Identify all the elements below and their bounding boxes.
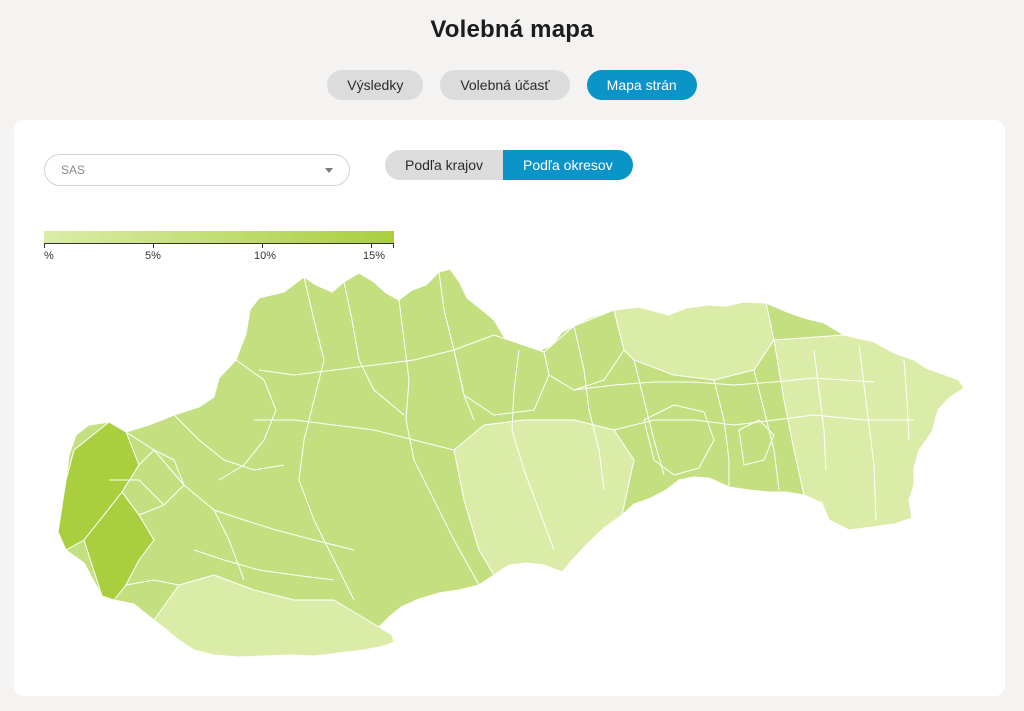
main-tabs: Výsledky Volebná účasť Mapa strán (0, 70, 1024, 100)
district-area[interactable] (773, 334, 965, 531)
district-area[interactable] (453, 419, 635, 576)
page-title: Volebná mapa (430, 16, 594, 43)
tab-mapa-stran[interactable]: Mapa strán (586, 70, 697, 100)
map-card: SAS Podľa krajov Podľa okresov % 5% 10% … (14, 120, 1005, 696)
tab-vysledky[interactable]: Výsledky (327, 70, 424, 100)
slovakia-district-map (57, 268, 965, 658)
tab-volebna-ucast[interactable]: Volebná účasť (440, 70, 570, 100)
